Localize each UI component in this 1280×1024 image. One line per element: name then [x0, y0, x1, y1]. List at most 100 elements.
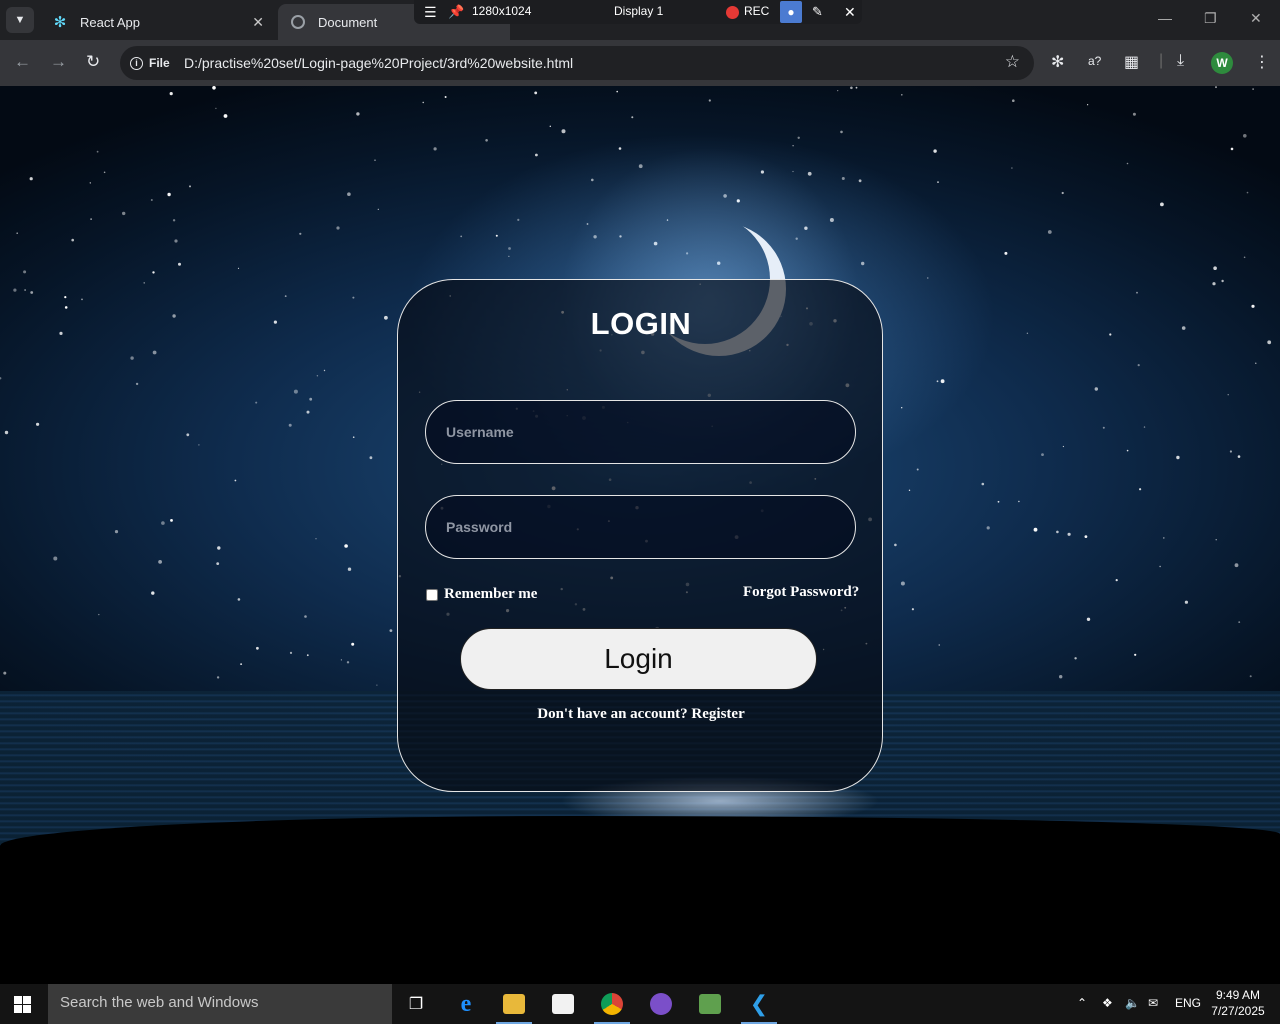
star	[858, 179, 862, 183]
minimize-icon[interactable]: —	[1158, 10, 1172, 26]
star	[1227, 394, 1229, 396]
star	[16, 232, 19, 234]
star	[1212, 282, 1216, 286]
volume-muted-icon[interactable]: 🔈	[1125, 996, 1140, 1010]
chrome-icon[interactable]	[592, 984, 632, 1024]
star	[13, 288, 17, 292]
close-icon[interactable]: ✕	[252, 14, 264, 31]
star	[347, 567, 352, 571]
node-icon[interactable]	[690, 984, 730, 1024]
back-icon[interactable]: ←	[14, 52, 31, 72]
star	[186, 433, 190, 437]
store-icon[interactable]	[543, 984, 583, 1024]
star	[135, 382, 139, 386]
file-explorer-icon[interactable]	[494, 984, 534, 1024]
task-view-icon[interactable]: ❐	[396, 984, 436, 1024]
remember-me[interactable]: Remember me	[426, 586, 537, 603]
screen-recorder-bar: ☰ 📌 1280x1024 Display 1 REC ● ✎ ✕	[414, 0, 862, 24]
chevron-up-icon[interactable]: ⌃	[1077, 996, 1087, 1010]
star	[143, 282, 145, 284]
star	[96, 150, 99, 153]
star	[444, 96, 447, 98]
star	[940, 379, 945, 384]
star	[1012, 99, 1015, 102]
star	[255, 401, 258, 404]
star	[158, 560, 163, 564]
star	[217, 546, 221, 550]
menu-icon[interactable]: ☰	[424, 4, 437, 21]
star	[1134, 653, 1137, 656]
star	[369, 456, 373, 460]
star	[1181, 326, 1186, 330]
remember-label: Remember me	[444, 586, 538, 602]
star	[59, 331, 63, 335]
login-button[interactable]: Login	[460, 628, 817, 690]
address-bar[interactable]: i File D:/practise%20set/Login-page%20Pr…	[120, 46, 1034, 80]
star	[981, 482, 985, 486]
star	[901, 407, 903, 409]
register-link[interactable]: Don't have an account? Register	[398, 706, 884, 723]
pin-icon[interactable]: 📌	[448, 4, 464, 20]
star	[1230, 147, 1234, 151]
star	[1084, 535, 1088, 538]
star	[30, 291, 34, 294]
taskbar-search-box[interactable]: Search the web and Windows	[48, 984, 392, 1024]
github-desktop-icon[interactable]	[641, 984, 681, 1024]
remember-checkbox[interactable]	[426, 588, 438, 601]
camera-icon[interactable]: ●	[780, 1, 802, 23]
recorder-display[interactable]: Display 1	[614, 4, 663, 18]
star	[591, 178, 594, 182]
star	[151, 591, 155, 595]
action-center-icon[interactable]: ✉	[1148, 996, 1158, 1010]
star	[1252, 88, 1254, 90]
vscode-icon[interactable]: ❮	[739, 984, 779, 1024]
language-indicator[interactable]: ENG	[1175, 996, 1201, 1010]
url-text[interactable]: D:/practise%20set/Login-page%20Project/3…	[184, 55, 573, 71]
star	[1132, 112, 1136, 116]
forward-icon[interactable]: →	[50, 52, 67, 72]
star	[316, 375, 319, 377]
react-devtools-icon[interactable]: ✻	[1051, 52, 1064, 72]
star	[309, 397, 313, 401]
star	[172, 314, 176, 318]
taskbar-clock[interactable]: 9:49 AM 7/27/2025	[1210, 987, 1266, 1019]
download-icon[interactable]: ⤓	[1177, 52, 1184, 70]
restore-icon[interactable]: ❐	[1204, 10, 1217, 27]
rec-button[interactable]: REC	[744, 4, 769, 18]
toolbar-divider: |	[1159, 52, 1164, 69]
profile-avatar[interactable]: W	[1211, 52, 1233, 74]
star	[927, 277, 929, 279]
reload-icon[interactable]: ↻	[86, 52, 100, 72]
star	[1004, 251, 1008, 255]
star	[916, 468, 919, 471]
close-icon[interactable]: ✕	[844, 4, 856, 21]
close-window-icon[interactable]: ✕	[1250, 10, 1262, 27]
star	[422, 101, 424, 104]
pencil-icon[interactable]: ✎	[812, 4, 823, 20]
star	[122, 211, 126, 216]
bookmark-star-icon[interactable]: ☆	[1005, 52, 1020, 72]
tab-search-button[interactable]: ▼	[6, 7, 34, 33]
star	[256, 646, 259, 650]
star	[1126, 162, 1129, 165]
edge-icon[interactable]: e	[446, 984, 486, 1024]
windows-start-icon[interactable]	[14, 996, 32, 1013]
star	[216, 676, 220, 679]
star	[170, 519, 173, 522]
site-info-chip[interactable]: i File	[126, 51, 176, 75]
extensions-icon[interactable]: ▦	[1124, 52, 1139, 72]
forgot-password-link[interactable]: Forgot Password?	[743, 584, 859, 601]
star	[631, 116, 634, 119]
tab-react-app[interactable]: ✻ React App ✕	[40, 4, 274, 40]
kebab-menu-icon[interactable]: ⋮	[1254, 52, 1270, 72]
wifi-icon[interactable]: ❖	[1102, 996, 1113, 1010]
star	[792, 145, 794, 147]
password-input[interactable]	[425, 495, 856, 559]
translate-extension-icon[interactable]: a?	[1088, 54, 1101, 68]
username-input[interactable]	[425, 400, 856, 464]
star	[1139, 488, 1142, 491]
star	[460, 235, 463, 238]
star	[894, 543, 897, 547]
star	[237, 267, 240, 269]
star	[517, 218, 520, 221]
